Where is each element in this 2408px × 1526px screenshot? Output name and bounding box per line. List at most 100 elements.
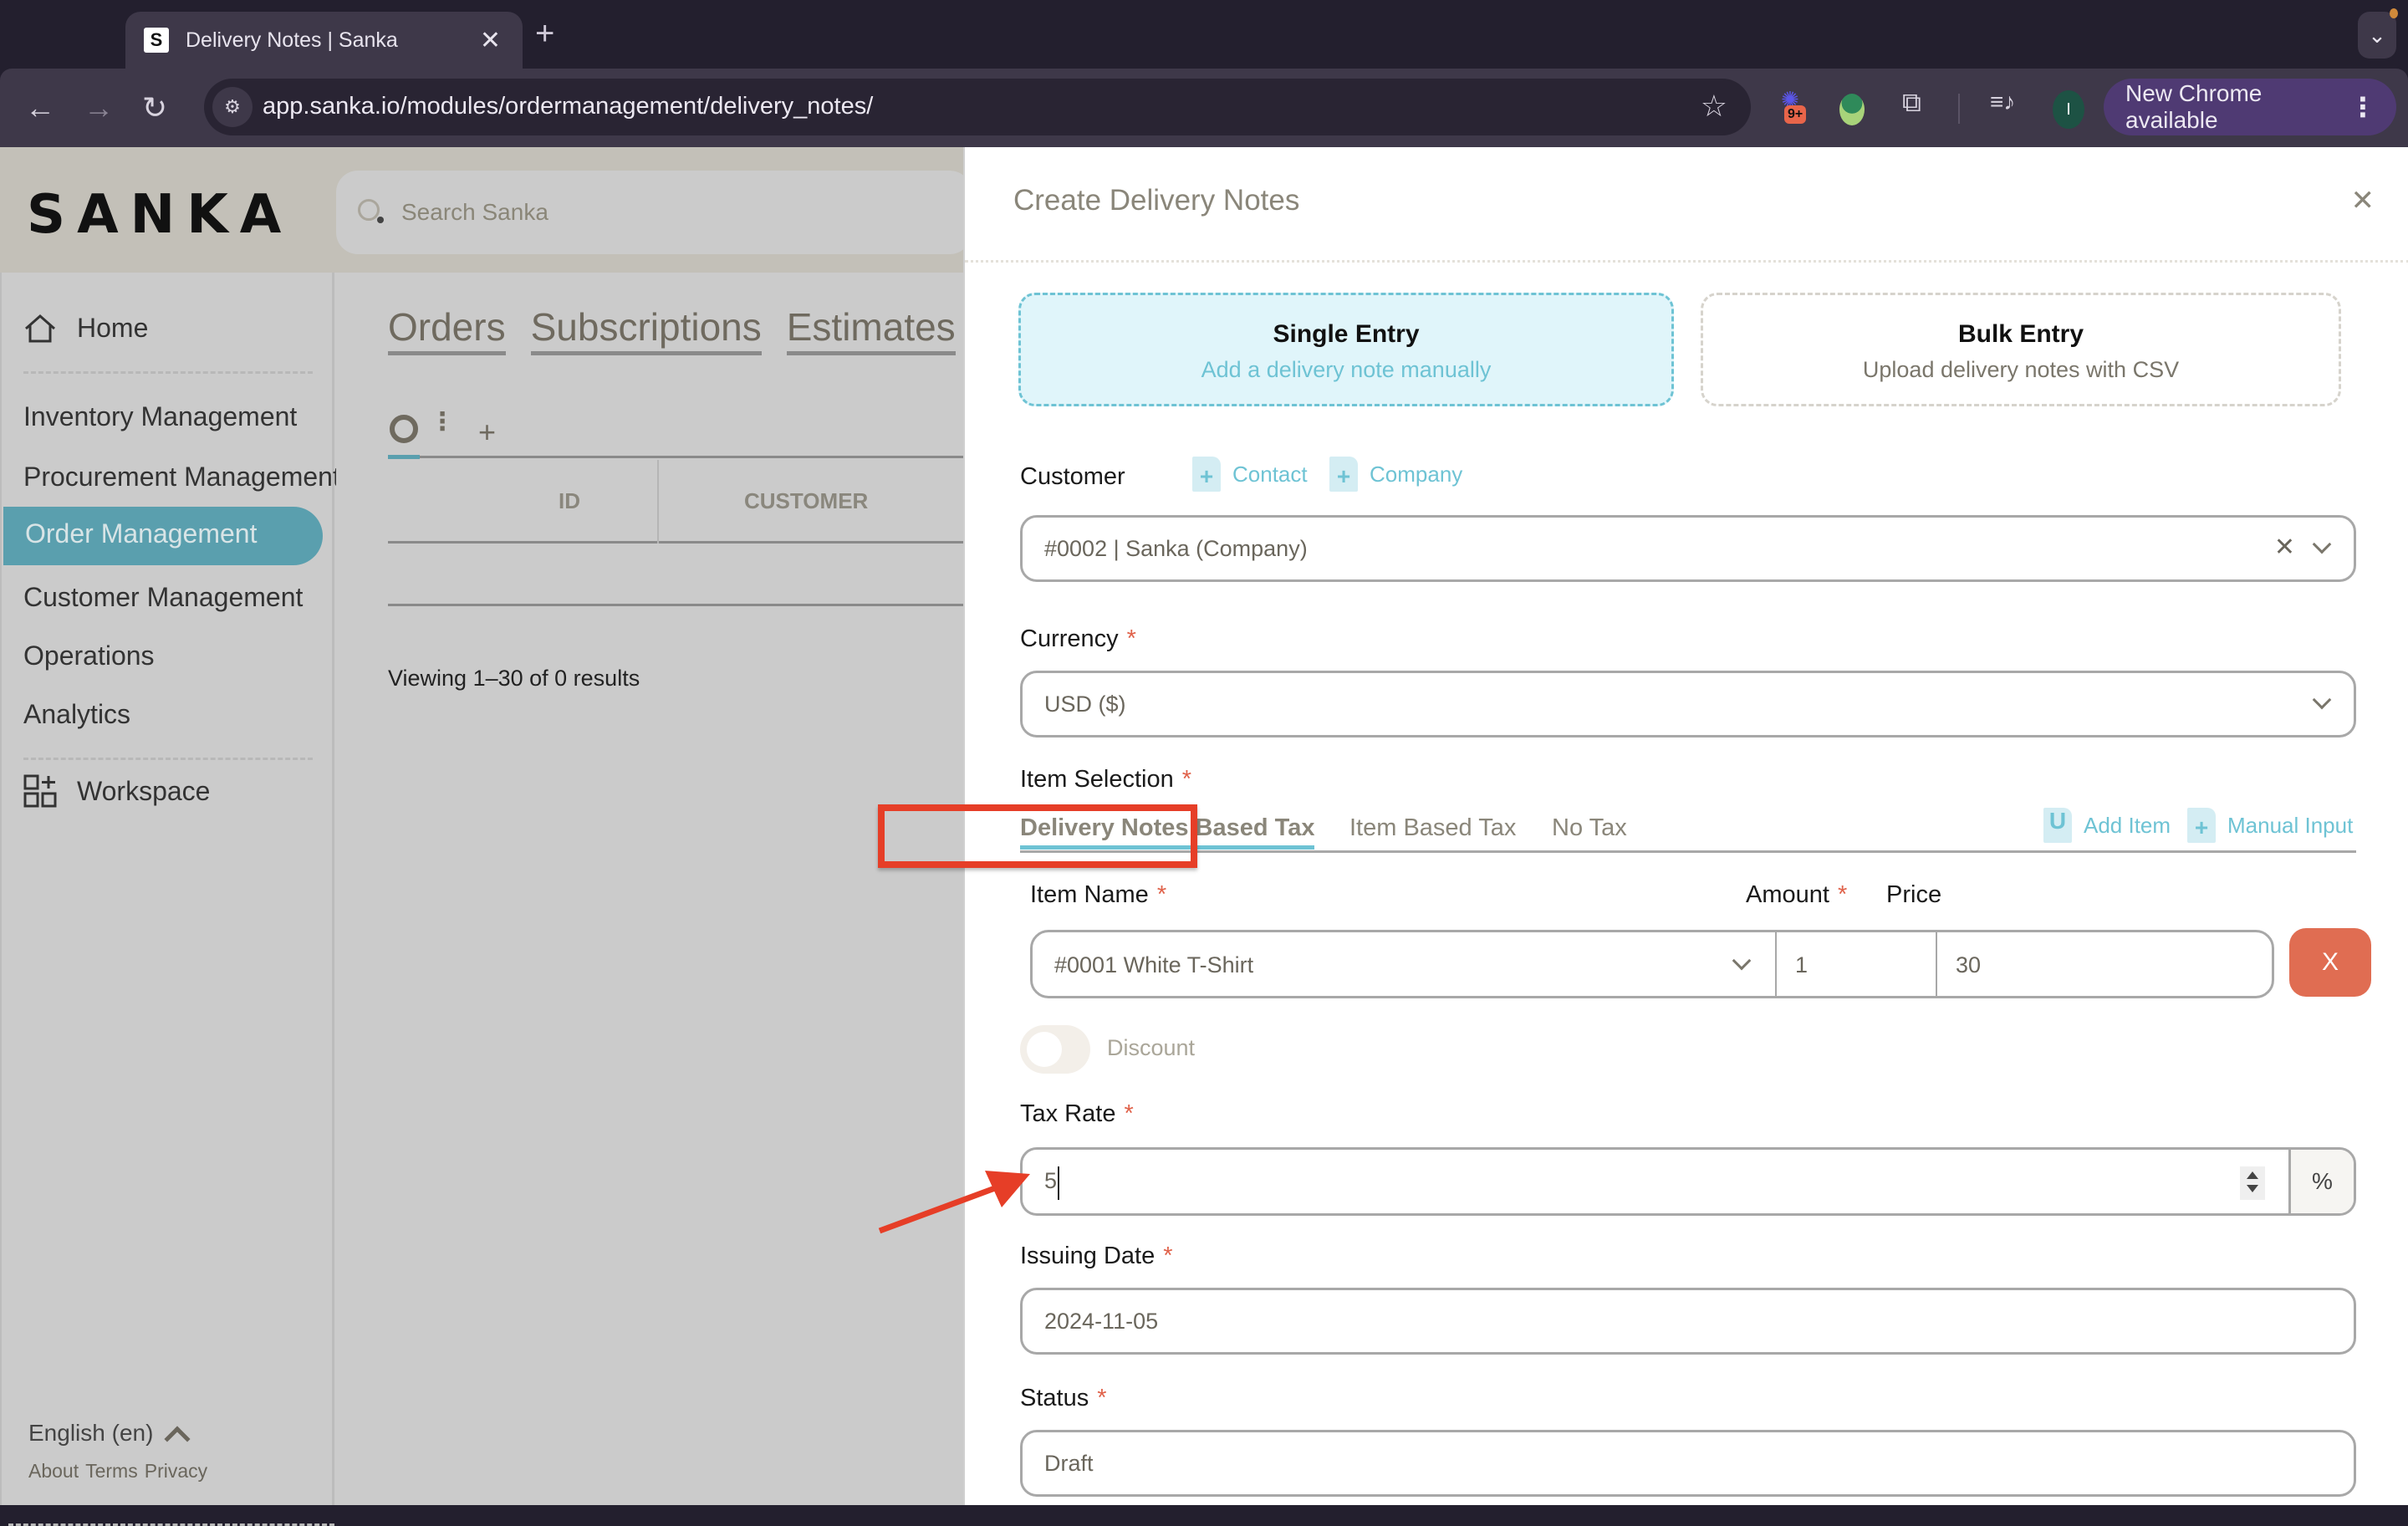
issuing-date-input[interactable]: 2024-11-05 — [1020, 1288, 2356, 1355]
profile-avatar[interactable]: I — [2053, 90, 2084, 129]
manual-input-link[interactable]: + Manual Input — [2187, 808, 2353, 843]
sidebar-item-operations[interactable]: Operations — [23, 641, 155, 671]
sidebar-item-home[interactable]: Home — [23, 313, 148, 344]
add-item-label: Add Item — [2084, 812, 2171, 838]
required-marker: * — [1124, 1100, 1134, 1127]
tab-no-tax[interactable]: No Tax — [1552, 814, 1627, 842]
single-entry-option[interactable]: Single Entry Add a delivery note manuall… — [1018, 293, 1674, 406]
status-select[interactable]: Draft — [1020, 1430, 2356, 1497]
entry-title: Bulk Entry — [1957, 320, 2084, 348]
sidebar: Home Inventory Management Procurement Ma… — [0, 273, 336, 1526]
about-link[interactable]: About — [28, 1460, 79, 1482]
price-input[interactable]: 30 — [1956, 952, 1981, 978]
search-icon — [358, 199, 384, 223]
sidebar-item-analytics[interactable]: Analytics — [23, 699, 130, 730]
close-icon[interactable]: ✕ — [2351, 184, 2375, 217]
amount-header: Amount * — [1746, 881, 1847, 909]
browser-tab[interactable]: S Delivery Notes | Sanka ✕ — [125, 12, 523, 69]
tab-subscriptions[interactable]: Subscriptions — [530, 304, 762, 355]
required-marker: * — [1097, 1385, 1107, 1411]
reload-icon[interactable]: ↻ — [142, 89, 167, 127]
add-contact-link[interactable]: + Contact — [1192, 457, 1308, 492]
amount-input[interactable]: 1 — [1795, 952, 1808, 978]
add-view-icon[interactable]: + — [478, 415, 496, 450]
back-icon[interactable]: ← — [25, 89, 55, 127]
add-item-link[interactable]: U Add Item — [2043, 808, 2171, 843]
menu-kebab-icon[interactable]: ⋮ — [2349, 91, 2376, 123]
customer-select[interactable]: #0002 | Sanka (Company) ✕ — [1020, 515, 2356, 582]
column-header-customer[interactable]: CUSTOMER — [744, 488, 868, 514]
required-marker: * — [1837, 881, 1848, 908]
view-tabs: ⋮ + — [388, 410, 973, 459]
column-header-id[interactable]: ID — [559, 488, 580, 514]
required-marker: * — [1156, 881, 1167, 908]
frog-extension-icon[interactable] — [1839, 94, 1865, 125]
add-contact-label: Contact — [1232, 461, 1308, 487]
currency-label: Currency * — [1020, 625, 1136, 653]
forward-icon[interactable]: → — [84, 89, 114, 127]
tab-estimates[interactable]: Estimates — [786, 304, 956, 355]
app-header: SANKA Search Sanka — [0, 147, 972, 273]
required-marker: * — [1181, 766, 1192, 793]
privacy-link[interactable]: Privacy — [145, 1460, 207, 1482]
currency-select[interactable]: USD ($) — [1020, 671, 2356, 737]
remove-item-button[interactable]: X — [2289, 928, 2371, 997]
chevron-down-icon[interactable] — [1732, 951, 1752, 971]
bookmark-star-icon[interactable]: ☆ — [1701, 89, 1727, 124]
tab-item-based-tax[interactable]: Item Based Tax — [1349, 814, 1516, 842]
table-header: ID CUSTOMER — [388, 460, 973, 544]
sanka-logo[interactable]: SANKA — [27, 184, 293, 246]
add-document-icon: + — [1329, 457, 1358, 492]
new-tab-button[interactable]: + — [535, 15, 554, 52]
cell-divider — [1775, 932, 1777, 996]
chevron-up-icon — [164, 1426, 191, 1452]
tab-search-button[interactable]: ⌄ — [2358, 8, 2398, 59]
magnet-icon: U — [2043, 808, 2072, 843]
address-bar[interactable]: ⚙ app.sanka.io/modules/ordermanagement/d… — [204, 79, 1751, 135]
sidebar-item-label: Order Management — [25, 518, 258, 549]
global-search-input[interactable]: Search Sanka — [336, 171, 972, 254]
close-tab-icon[interactable]: ✕ — [480, 26, 501, 55]
discount-toggle[interactable] — [1020, 1025, 1090, 1074]
search-placeholder: Search Sanka — [401, 199, 548, 225]
bulk-entry-option[interactable]: Bulk Entry Upload delivery notes with CS… — [1701, 293, 2341, 406]
language-selector[interactable]: English (en) — [28, 1418, 191, 1452]
tab-title: Delivery Notes | Sanka — [186, 28, 398, 52]
sidebar-item-label: Workspace — [77, 775, 211, 806]
legal-links: About Terms Privacy — [28, 1460, 214, 1483]
chevron-down-icon — [2312, 534, 2332, 554]
item-name-select[interactable]: #0001 White T-Shirt — [1054, 952, 1253, 978]
item-name-label: Item Name — [1030, 881, 1149, 908]
extension-icon[interactable]: ✺ 9+ — [1781, 87, 1809, 127]
tax-rate-value: 5 — [1044, 1168, 1058, 1193]
media-control-icon[interactable]: ≡♪ — [1990, 89, 2015, 115]
view-circle-icon[interactable] — [390, 415, 418, 443]
required-marker: * — [1126, 625, 1136, 652]
sidebar-item-inventory[interactable]: Inventory Management — [23, 401, 297, 432]
sidebar-item-order-management[interactable]: Order Management — [3, 507, 323, 565]
extension-badge: 9+ — [1784, 105, 1807, 124]
amount-label: Amount — [1746, 881, 1829, 908]
sidebar-item-customer[interactable]: Customer Management — [23, 582, 303, 613]
panel-header: Create Delivery Notes ✕ — [965, 147, 2408, 263]
tax-rate-label-text: Tax Rate — [1020, 1100, 1116, 1127]
add-document-icon: + — [1192, 457, 1221, 492]
item-selection-label: Item Selection * — [1020, 766, 1191, 794]
sidebar-item-workspace[interactable]: Workspace — [23, 774, 210, 808]
site-settings-icon[interactable]: ⚙ — [212, 87, 253, 127]
annotation-arrow-icon — [878, 1171, 1030, 1234]
terms-link[interactable]: Terms — [85, 1460, 138, 1482]
tax-rate-input[interactable]: 5 % — [1020, 1147, 2356, 1216]
view-options-icon[interactable]: ⋮ — [430, 410, 455, 435]
add-company-link[interactable]: + Company — [1329, 457, 1462, 492]
entry-title: Single Entry — [1273, 320, 1420, 348]
number-spinner[interactable] — [2240, 1166, 2265, 1200]
manual-input-label: Manual Input — [2227, 812, 2354, 838]
sidebar-item-procurement[interactable]: Procurement Management — [23, 462, 336, 493]
clear-icon[interactable]: ✕ — [2274, 533, 2295, 562]
tab-orders[interactable]: Orders — [388, 304, 506, 355]
update-chrome-button[interactable]: New Chrome available ⋮ — [2104, 79, 2396, 135]
add-company-label: Company — [1370, 461, 1463, 487]
puzzle-extensions-icon[interactable]: ⧉ — [1902, 87, 1921, 119]
entry-subtitle: Add a delivery note manually — [1201, 357, 1492, 382]
